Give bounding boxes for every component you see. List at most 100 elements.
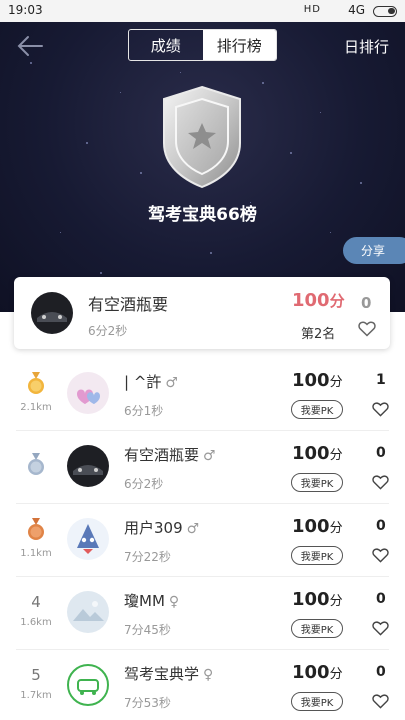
user-name-text: 有空酒瓶要 bbox=[124, 446, 200, 464]
like-count: 0 bbox=[376, 591, 386, 607]
my-name: 有空酒瓶要 bbox=[88, 295, 169, 314]
score: 100分 bbox=[292, 443, 343, 464]
male-icon: ♂ bbox=[165, 375, 178, 391]
female-icon: ♀ bbox=[203, 667, 214, 683]
star-decoration bbox=[290, 152, 292, 154]
status-time: 19:03 bbox=[8, 3, 43, 17]
avatar bbox=[67, 445, 109, 487]
star-decoration bbox=[120, 92, 121, 93]
status-bar: 19:03 HD 4G bbox=[0, 0, 405, 22]
shield-badge-icon bbox=[160, 85, 244, 189]
distance-label: 1.7km bbox=[20, 690, 52, 701]
score: 100分 bbox=[292, 516, 343, 537]
my-score-value: 100 bbox=[292, 290, 330, 311]
user-name-text: 驾考宝典学 bbox=[124, 665, 200, 683]
bronze-medal-icon bbox=[28, 518, 44, 540]
segment-control: 成绩 排行榜 bbox=[128, 29, 277, 61]
score-value: 100 bbox=[292, 662, 330, 683]
score: 100分 bbox=[292, 370, 343, 391]
list-item[interactable]: 5 1.7km 驾考宝典学 ♀ 7分53秒 100分 我要PK 0 bbox=[0, 650, 405, 720]
distance-label: 1.1km bbox=[20, 548, 52, 559]
heart-icon[interactable] bbox=[372, 547, 389, 563]
time-label: 6分2秒 bbox=[124, 477, 164, 491]
user-name-text: | ^許 bbox=[124, 373, 162, 391]
list-item[interactable]: 有空酒瓶要 ♂ 6分2秒 100分 我要PK 0 bbox=[0, 431, 405, 504]
pk-button[interactable]: 我要PK bbox=[291, 400, 343, 419]
avatar bbox=[31, 292, 73, 334]
star-decoration bbox=[210, 252, 212, 254]
star-decoration bbox=[360, 182, 362, 184]
pk-button[interactable]: 我要PK bbox=[291, 546, 343, 565]
distance-label: 1.6km bbox=[20, 617, 52, 628]
heart-icon[interactable] bbox=[372, 401, 389, 417]
battery-icon bbox=[373, 6, 397, 17]
score-unit: 分 bbox=[329, 521, 343, 536]
like-count: 1 bbox=[376, 372, 386, 388]
score: 100分 bbox=[292, 662, 343, 683]
my-rank-card: 有空酒瓶要 6分2秒 100分 第2名 0 bbox=[14, 277, 390, 349]
user-name: | ^許 ♂ bbox=[124, 371, 178, 392]
star-decoration bbox=[86, 142, 88, 144]
tab-score[interactable]: 成绩 bbox=[129, 30, 203, 60]
star-decoration bbox=[330, 232, 331, 233]
like-count: 0 bbox=[376, 518, 386, 534]
rank-number: 5 bbox=[31, 666, 41, 684]
male-icon: ♂ bbox=[186, 521, 200, 537]
my-score: 100分 bbox=[292, 290, 345, 311]
avatar bbox=[67, 518, 109, 560]
time-label: 7分53秒 bbox=[124, 696, 171, 710]
rank-column: 1.1km bbox=[14, 518, 58, 559]
rank-column: 2.1km bbox=[14, 372, 58, 413]
list-item[interactable]: 2.1km | ^許 ♂ 6分1秒 100分 我要PK 1 bbox=[0, 358, 405, 431]
star-decoration bbox=[320, 112, 321, 113]
score-value: 100 bbox=[292, 443, 330, 464]
heart-icon[interactable] bbox=[372, 620, 389, 636]
time-label: 7分45秒 bbox=[124, 623, 171, 637]
avatar bbox=[67, 591, 109, 633]
list-item[interactable]: 1.1km 用户309 ♂ 7分22秒 100分 我要PK 0 bbox=[0, 504, 405, 577]
star-decoration bbox=[60, 232, 61, 233]
pk-button[interactable]: 我要PK bbox=[291, 473, 343, 492]
score-unit: 分 bbox=[329, 448, 343, 463]
rank-column: 5 1.7km bbox=[14, 666, 58, 701]
distance-label: 2.1km bbox=[20, 402, 52, 413]
avatar bbox=[67, 372, 109, 414]
silver-medal-icon bbox=[28, 453, 44, 475]
my-rank: 第2名 bbox=[301, 327, 336, 342]
male-icon: ♂ bbox=[203, 448, 216, 464]
star-decoration bbox=[262, 82, 264, 84]
score-value: 100 bbox=[292, 589, 330, 610]
heart-icon[interactable] bbox=[358, 320, 376, 337]
rank-column: 4 1.6km bbox=[14, 593, 58, 628]
star-decoration bbox=[140, 172, 142, 174]
user-name: 驾考宝典学 ♀ bbox=[124, 663, 213, 684]
daily-ranking-button[interactable]: 日排行 bbox=[344, 36, 389, 57]
like-count: 0 bbox=[376, 445, 386, 461]
share-button[interactable]: 分享 bbox=[343, 237, 405, 264]
pk-button[interactable]: 我要PK bbox=[291, 692, 343, 711]
user-name: 瓊MM ♀ bbox=[124, 590, 179, 611]
leaderboard-title: 驾考宝典66榜 bbox=[148, 205, 257, 225]
score-unit: 分 bbox=[329, 375, 343, 390]
my-like-count: 0 bbox=[361, 294, 372, 312]
star-decoration bbox=[180, 72, 181, 73]
time-label: 7分22秒 bbox=[124, 550, 171, 564]
female-icon: ♀ bbox=[168, 594, 180, 610]
heart-icon[interactable] bbox=[372, 693, 389, 709]
back-button[interactable] bbox=[16, 34, 46, 58]
arrow-left-icon bbox=[17, 36, 43, 56]
user-name: 用户309 ♂ bbox=[124, 517, 199, 538]
network-label: 4G bbox=[348, 3, 365, 17]
tab-leaderboard[interactable]: 排行榜 bbox=[202, 30, 276, 60]
my-score-unit: 分 bbox=[329, 292, 345, 310]
like-count: 0 bbox=[376, 664, 386, 680]
star-decoration bbox=[30, 62, 32, 64]
star-decoration bbox=[100, 272, 102, 274]
list-item[interactable]: 4 1.6km 瓊MM ♀ 7分45秒 100分 我要PK 0 bbox=[0, 577, 405, 650]
avatar bbox=[67, 664, 109, 706]
heart-icon[interactable] bbox=[372, 474, 389, 490]
pk-button[interactable]: 我要PK bbox=[291, 619, 343, 638]
score-value: 100 bbox=[292, 370, 330, 391]
signal-icon: HD bbox=[303, 4, 321, 15]
time-label: 6分1秒 bbox=[124, 404, 164, 418]
